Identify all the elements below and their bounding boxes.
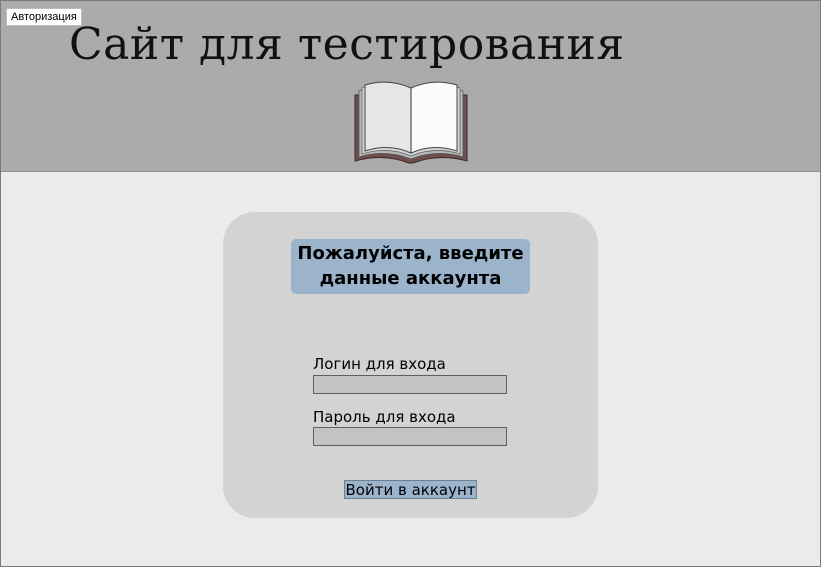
site-header: Сайт для тестирования xyxy=(1,1,820,172)
open-book-icon xyxy=(354,81,468,164)
login-input[interactable] xyxy=(313,375,507,394)
login-heading-line2: данные аккаунта xyxy=(319,268,502,289)
password-label: Пароль для входа xyxy=(313,408,456,426)
password-input[interactable] xyxy=(313,427,507,446)
login-label: Логин для входа xyxy=(313,355,446,373)
login-heading: Пожалуйста, введите данные аккаунта xyxy=(291,239,530,294)
login-submit-button[interactable]: Войти в аккаунт xyxy=(344,480,477,499)
site-title: Сайт для тестирования xyxy=(69,19,625,70)
login-heading-line1: Пожалуйста, введите xyxy=(297,243,524,264)
window-title-tab: Авторизация xyxy=(6,8,82,26)
